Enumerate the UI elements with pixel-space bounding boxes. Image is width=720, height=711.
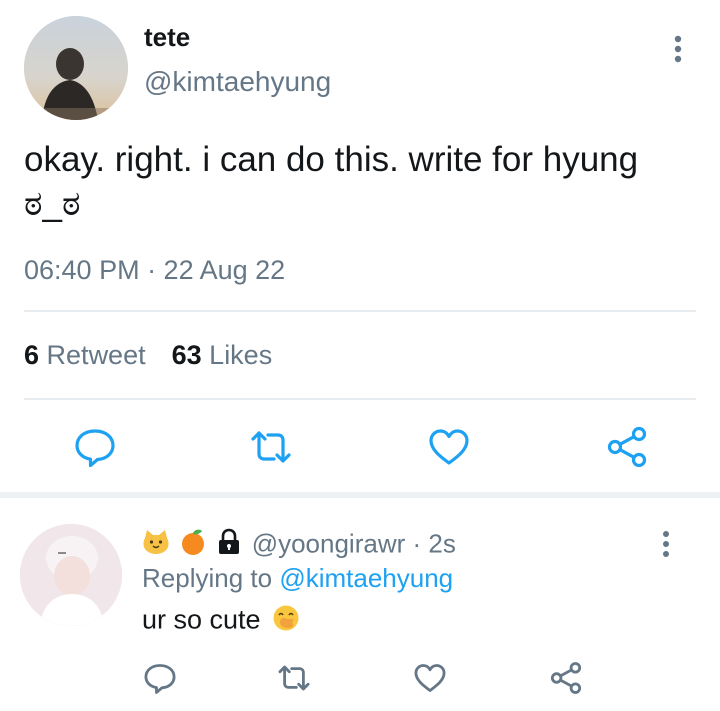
replying-to-link[interactable]: @kimtaehyung (279, 563, 453, 593)
tweet-text-line-2: ಠ_ಠ (24, 184, 81, 223)
reply-text-content: ur so cute (142, 604, 261, 635)
likes-stat[interactable]: 63 Likes (172, 340, 273, 370)
lock-emoji (216, 528, 242, 563)
retweet-label: Retweet (46, 340, 146, 370)
tangerine-emoji (179, 528, 207, 563)
retweets-stat[interactable]: 6 Retweet (24, 340, 146, 370)
replying-to: Replying to @kimtaehyung (142, 563, 453, 594)
tweet-text: okay. right. i can do this. write for hy… (24, 138, 704, 226)
tweet-timestamp[interactable]: 06:40 PM · 22 Aug 22 (24, 255, 285, 286)
hand-over-mouth-emoji (272, 604, 300, 639)
author-display-name[interactable]: tete (144, 22, 190, 53)
reply-icon[interactable] (72, 424, 118, 470)
section-separator (0, 492, 720, 498)
share-icon[interactable] (604, 424, 650, 470)
more-vertical-icon[interactable] (664, 34, 692, 64)
reply-author-avatar[interactable] (20, 524, 122, 626)
cat-face-emoji (142, 528, 170, 563)
author-avatar[interactable] (24, 16, 128, 120)
reply-header: @yoongirawr · 2s (142, 528, 456, 563)
likes-count: 63 (171, 340, 202, 370)
tweet-stats: 6 Retweet 63 Likes (24, 340, 272, 371)
likes-label: Likes (209, 340, 273, 370)
divider (24, 310, 696, 312)
author-handle[interactable]: @kimtaehyung (144, 66, 331, 98)
reply-time: · 2s (412, 528, 456, 559)
retweet-icon[interactable] (248, 424, 294, 470)
reply-author-photo (20, 524, 122, 626)
like-icon[interactable] (412, 660, 448, 696)
tweet-text-line-1: okay. right. i can do this. write for hy… (24, 140, 639, 179)
divider (24, 398, 696, 400)
reply-handle[interactable]: @yoongirawr (252, 528, 406, 558)
retweet-count: 6 (24, 340, 40, 370)
share-icon[interactable] (548, 660, 584, 696)
author-photo (24, 16, 128, 120)
replying-prefix: Replying to (142, 563, 273, 593)
more-vertical-icon[interactable] (652, 530, 680, 558)
reply-icon[interactable] (142, 660, 178, 696)
reply-text: ur so cute (142, 604, 302, 639)
retweet-icon[interactable] (276, 660, 312, 696)
like-icon[interactable] (426, 424, 472, 470)
